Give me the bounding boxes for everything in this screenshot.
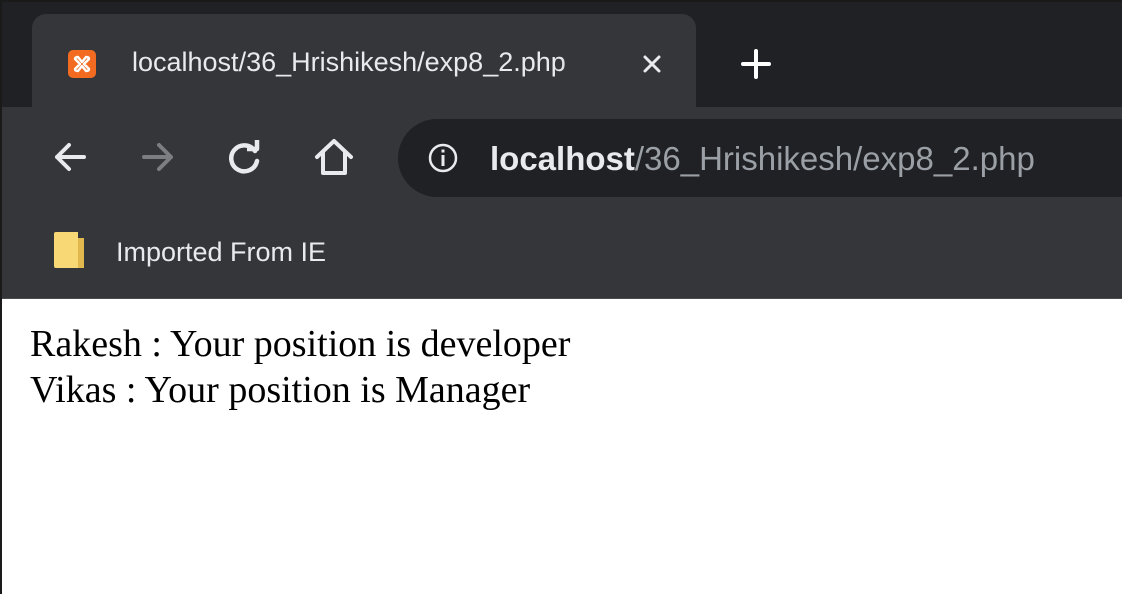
page-content: Rakesh : Your position is developer Vika… xyxy=(2,299,1122,594)
output-line: Vikas : Your position is Manager xyxy=(30,369,531,411)
forward-arrow-icon[interactable] xyxy=(138,137,178,177)
reload-icon[interactable] xyxy=(224,137,264,177)
address-bar[interactable]: localhost/36_Hrishikesh/exp8_2.php xyxy=(398,119,1122,197)
bookmark-label: Imported From IE xyxy=(116,237,327,267)
home-icon[interactable] xyxy=(312,135,353,175)
tab-title: localhost/36_Hrishikesh/exp8_2.php xyxy=(132,47,566,77)
close-icon[interactable] xyxy=(636,48,668,80)
tab-strip: localhost/36_Hrishikesh/exp8_2.php xyxy=(2,2,1122,107)
xampp-icon xyxy=(68,50,96,78)
browser-tab[interactable]: localhost/36_Hrishikesh/exp8_2.php xyxy=(32,14,696,107)
folder-icon xyxy=(52,230,86,270)
bookmarks-bar: Imported From IE xyxy=(2,208,1122,299)
url-host: localhost xyxy=(490,140,635,177)
back-arrow-icon[interactable] xyxy=(50,137,90,177)
info-icon[interactable] xyxy=(426,141,460,175)
plus-icon[interactable] xyxy=(738,46,774,82)
url-text[interactable]: localhost/36_Hrishikesh/exp8_2.php xyxy=(490,138,1035,180)
toolbar: localhost/36_Hrishikesh/exp8_2.php xyxy=(2,107,1122,208)
output-text: Rakesh : Your position is developer Vika… xyxy=(30,321,570,413)
browser-window: localhost/36_Hrishikesh/exp8_2.php local… xyxy=(0,0,1122,594)
url-path: /36_Hrishikesh/exp8_2.php xyxy=(634,140,1035,177)
output-line: Rakesh : Your position is developer xyxy=(30,323,571,365)
